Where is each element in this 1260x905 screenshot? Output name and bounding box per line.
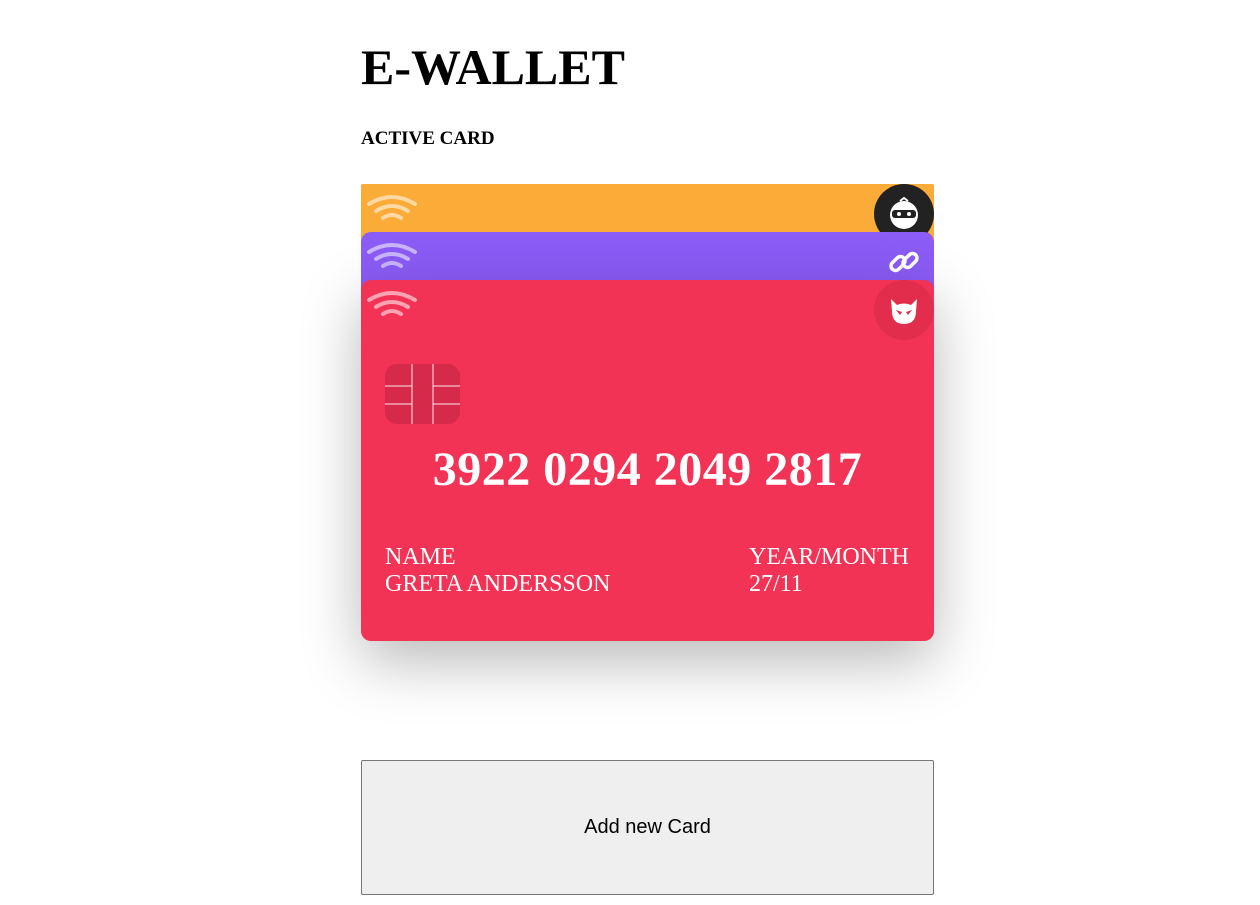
e-wallet-page: E-WALLET ACTIVE CARD 3922 0294 2049 2817… [0, 0, 1260, 905]
contactless-icon [367, 243, 417, 268]
page-title: E-WALLET [361, 39, 625, 95]
card-expiry-value: 27/11 [749, 571, 803, 597]
chip-icon [385, 364, 460, 424]
card-holder-name: GRETA ANDERSSON [385, 571, 611, 597]
evil-corp-icon [874, 280, 934, 340]
card-holder-label: NAME [385, 544, 456, 570]
contactless-icon [367, 291, 417, 316]
add-new-card-button[interactable]: Add new Card [361, 760, 934, 895]
card-expiry: YEAR/MONTH 27/11 [749, 544, 909, 598]
card-expiry-label: YEAR/MONTH [749, 544, 909, 570]
card-stack: 3922 0294 2049 2817 NAME GRETA ANDERSSON… [361, 184, 934, 641]
card-number: 3922 0294 2049 2817 [432, 443, 863, 496]
card-evil-corp[interactable]: 3922 0294 2049 2817 NAME GRETA ANDERSSON… [361, 280, 934, 641]
card-holder: NAME GRETA ANDERSSON [385, 544, 610, 598]
contactless-icon [367, 195, 417, 220]
active-card-heading: ACTIVE CARD [361, 128, 495, 149]
